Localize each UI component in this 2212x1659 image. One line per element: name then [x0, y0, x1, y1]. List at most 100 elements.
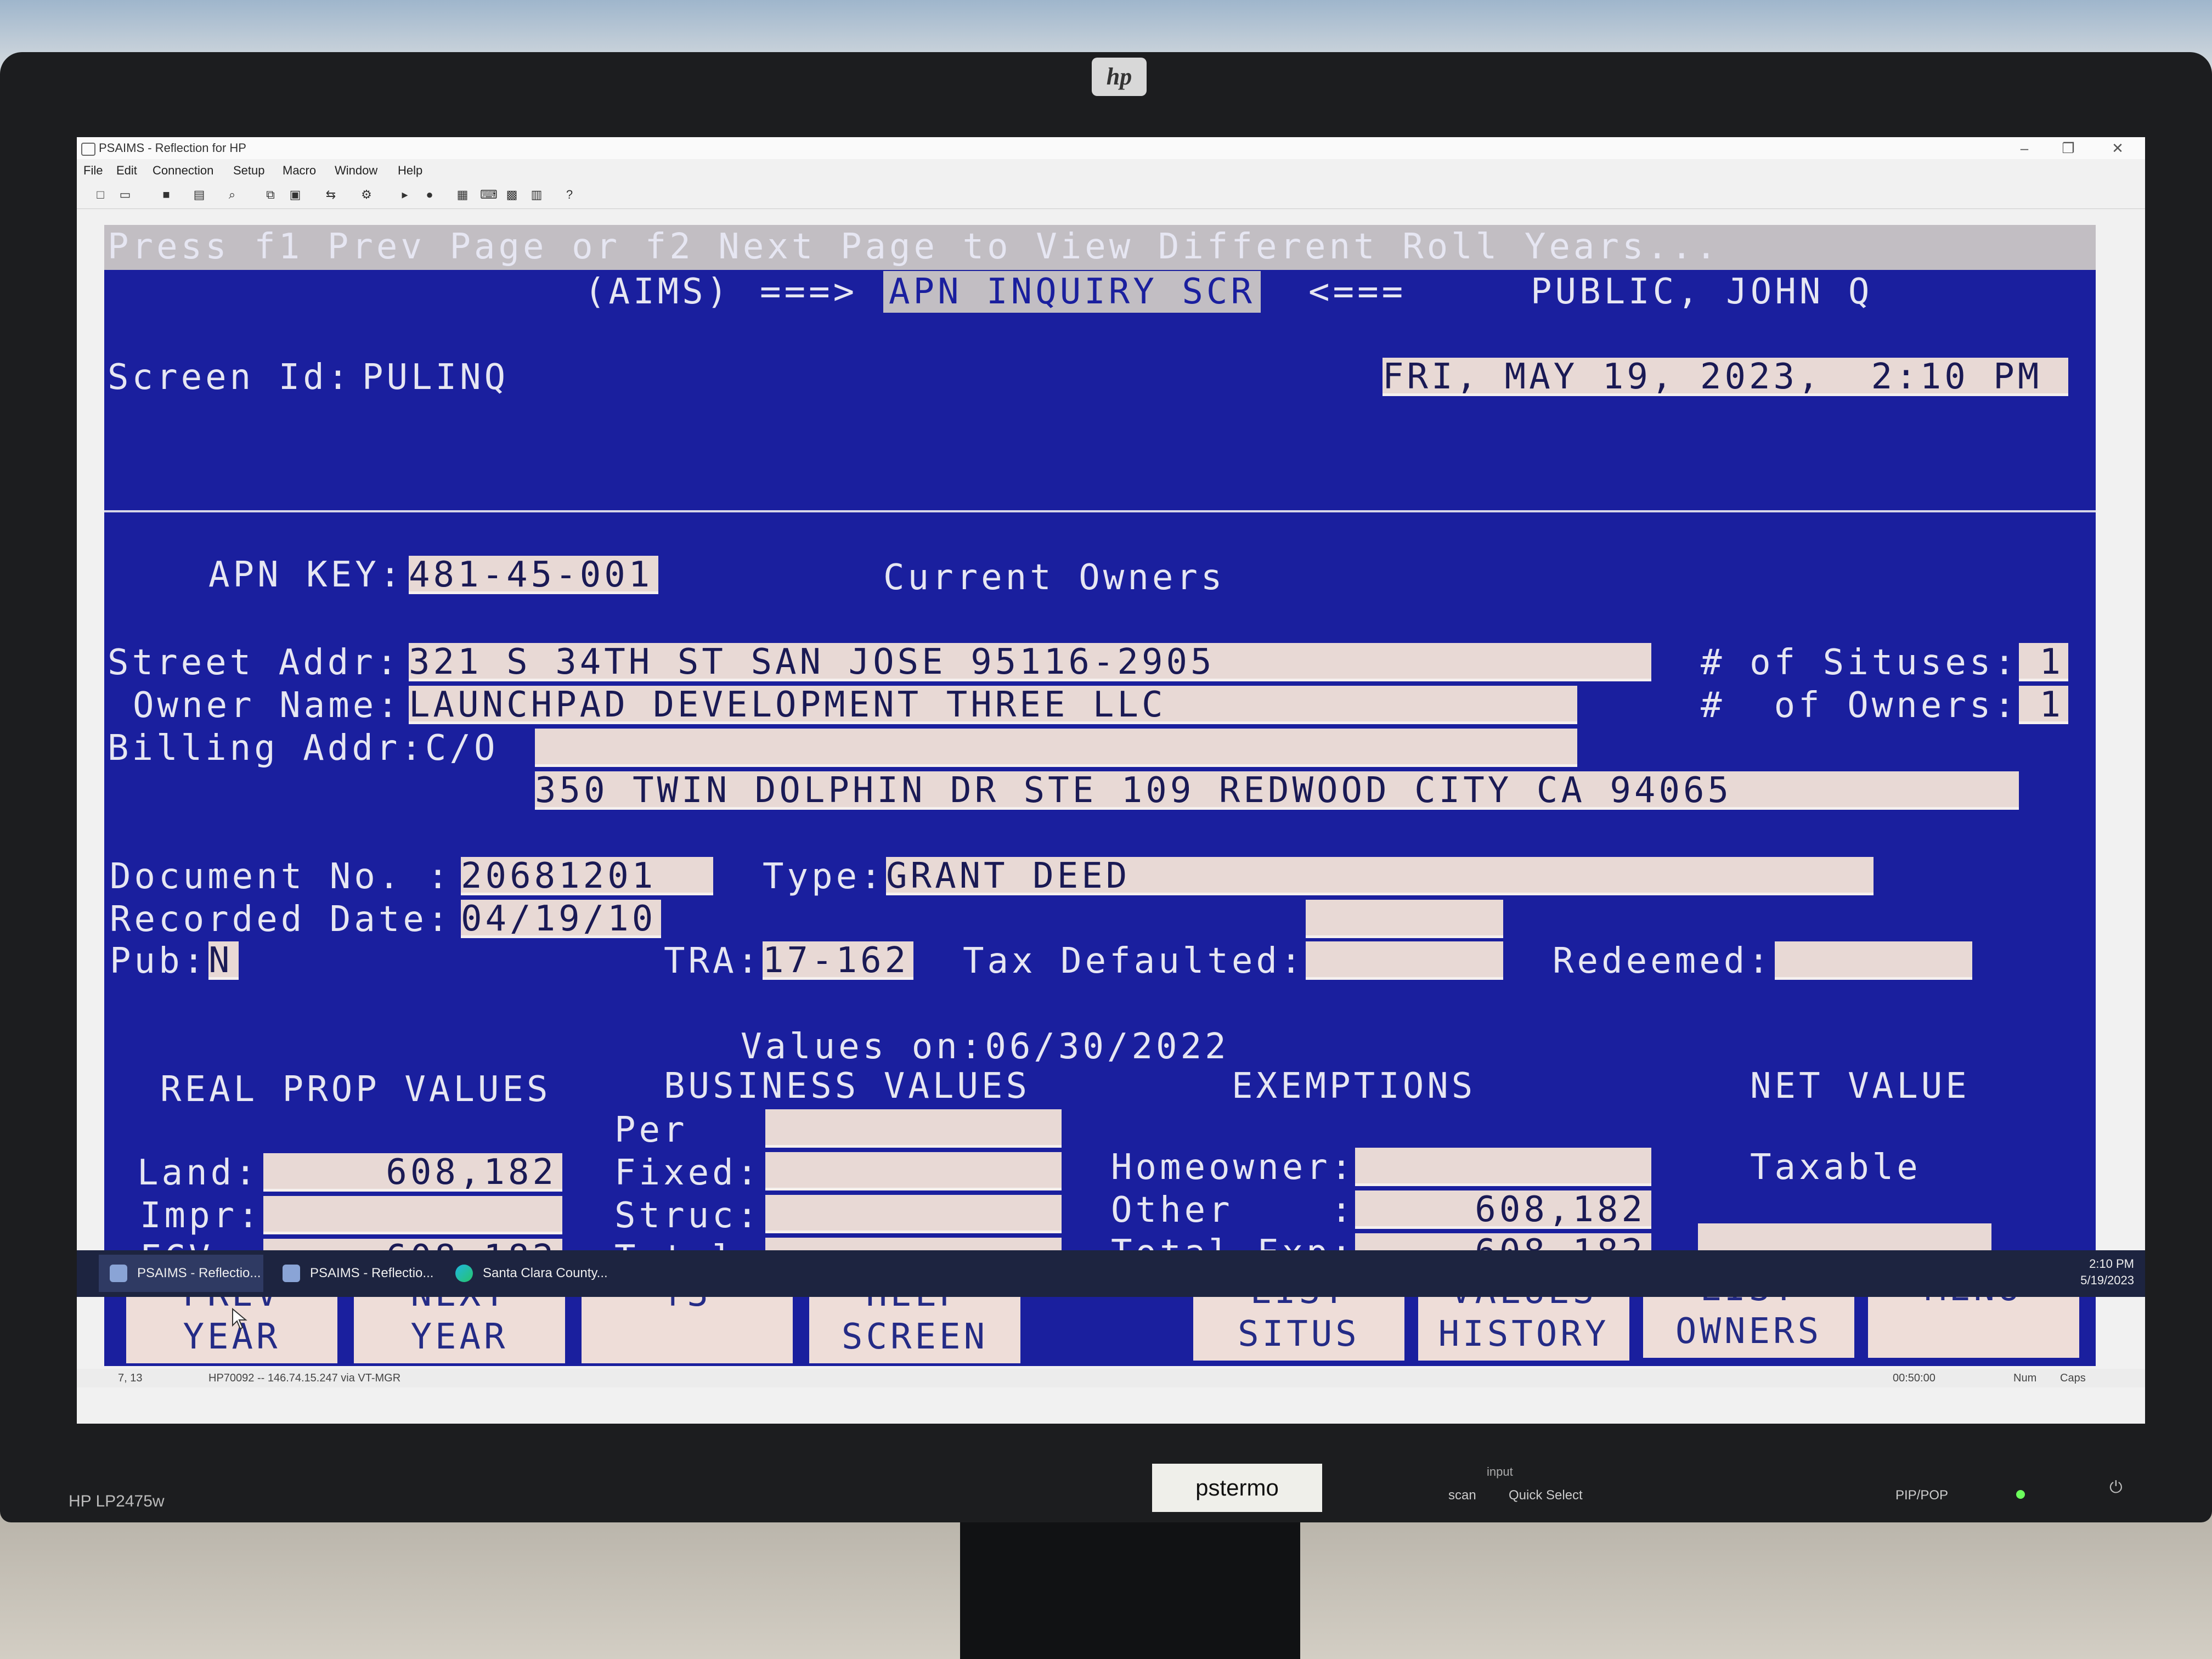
power-icon[interactable]: ⏻ [2109, 1479, 2123, 1497]
cursor-position: 7, 13 [118, 1372, 143, 1384]
menu-edit[interactable]: Edit [116, 163, 137, 178]
street-label: Street Addr: [108, 642, 401, 683]
menu-window[interactable]: Window [335, 163, 377, 178]
pub-field: N [208, 941, 239, 980]
clock-date: 5/19/2023 [2080, 1273, 2134, 1287]
tra-field: 17-162 [763, 941, 913, 980]
owner-field: LAUNCHPAD DEVELOPMENT THREE LLC [409, 686, 1577, 724]
window-title: PSAIMS - Reflection for HP [99, 141, 246, 155]
taskbar-item-label: PSAIMS - Reflectio... [137, 1266, 261, 1280]
tra-label: TRA: [664, 941, 762, 981]
taskbar-item-browser[interactable]: Santa Clara County... [444, 1255, 614, 1292]
monitor-name-label: pstermo [1152, 1464, 1322, 1512]
open-icon[interactable]: ▭ [118, 188, 132, 202]
land-field: 608,182 [263, 1153, 562, 1192]
find-icon[interactable]: ⌕ [225, 188, 239, 202]
taskbar-item-label: PSAIMS - Reflectio... [310, 1266, 434, 1280]
apn-label: APN KEY: [208, 555, 404, 595]
exemptions-heading: EXEMPTIONS [1232, 1066, 1476, 1107]
owner-label: Owner Name: [133, 685, 402, 726]
taskbar-item-psaims-2[interactable]: PSAIMS - Reflectio... [272, 1255, 436, 1292]
impr-field [263, 1196, 562, 1234]
reflection-icon [110, 1265, 127, 1282]
menu-bar: File Edit Connection Setup Macro Window … [77, 160, 2145, 180]
print-icon[interactable]: ▤ [192, 188, 206, 202]
real-prop-heading: REAL PROP VALUES [160, 1069, 551, 1110]
menu-file[interactable]: File [83, 163, 103, 178]
close-icon[interactable]: ✕ [2101, 137, 2134, 159]
situses-label: # of Situses: [1701, 642, 2018, 683]
monitor-button-scan[interactable]: scan [1448, 1488, 1476, 1503]
status-bar: 7, 13 HP70092 -- 146.74.15.247 via VT-MG… [77, 1369, 2145, 1387]
clock-time: 2:10 PM [2089, 1257, 2134, 1271]
apn-input[interactable]: 481-45-001 [409, 556, 658, 594]
street-field: 321 S 34TH ST SAN JOSE 95116-2905 [409, 643, 1651, 681]
land-label: Land: [137, 1153, 259, 1193]
hp-logo: hp [1092, 58, 1147, 96]
redeemed-field [1775, 941, 1972, 980]
message-text: Press f1 Prev Page or f2 Next Page to Vi… [108, 227, 1720, 267]
owners-label: # of Owners: [1701, 685, 2018, 726]
pub-label: Pub: [110, 941, 208, 981]
app-icon [81, 143, 95, 156]
new-file-icon[interactable]: □ [93, 188, 108, 202]
mouse-pointer-icon [232, 1308, 247, 1330]
business-heading: BUSINESS VALUES [664, 1066, 1030, 1107]
homeowner-label: Homeowner: [1111, 1147, 1356, 1188]
homeowner-field [1355, 1148, 1651, 1186]
menu-macro[interactable]: Macro [283, 163, 316, 178]
edge-browser-icon [455, 1265, 473, 1282]
keyboard-icon[interactable]: ⌨ [480, 188, 498, 202]
host-connection: HP70092 -- 146.74.15.247 via VT-MGR [208, 1372, 401, 1384]
monitor-button-quick-select[interactable]: Quick Select [1509, 1488, 1583, 1503]
net-value-heading: NET VALUE [1750, 1066, 1970, 1107]
billing-co-field [535, 729, 1577, 767]
struc-field [765, 1195, 1062, 1233]
taskbar: PSAIMS - Reflectio... PSAIMS - Reflectio… [77, 1250, 2145, 1297]
taskbar-clock[interactable]: 2:10 PM 5/19/2023 [2080, 1256, 2134, 1289]
num-lock-indicator: Num [2013, 1372, 2037, 1384]
restore-icon[interactable]: ❐ [2052, 137, 2085, 159]
menu-connection[interactable]: Connection [153, 163, 213, 178]
per-label: Per : [614, 1110, 786, 1150]
caps-lock-indicator: Caps [2060, 1372, 2086, 1384]
terminal-screen[interactable]: Press f1 Prev Page or f2 Next Page to Vi… [104, 225, 2096, 1366]
settings-icon[interactable]: ⚙ [359, 188, 374, 202]
taskbar-item-psaims-1[interactable]: PSAIMS - Reflectio... [99, 1255, 263, 1292]
type-label: Type: [763, 856, 885, 897]
toolbar: □ ▭ ■ ▤ ⌕ ⧉ ▣ ⇆ ⚙ ▸ ● ▦ ⌨ ▩ ▥ ? [77, 181, 2145, 209]
redeemed-label: Redeemed: [1553, 941, 1773, 981]
help-icon[interactable]: ? [562, 188, 577, 202]
reflection-window: PSAIMS - Reflection for HP – ❐ ✕ File Ed… [77, 137, 2145, 1424]
impr-label: Impr: [140, 1195, 262, 1236]
menu-setup[interactable]: Setup [233, 163, 265, 178]
transfer-icon[interactable]: ⇆ [324, 188, 338, 202]
save-icon[interactable]: ■ [159, 188, 173, 202]
title-bar: PSAIMS - Reflection for HP – ❐ ✕ [77, 137, 2145, 159]
monitor-input-label: input [1487, 1465, 1513, 1479]
copy-icon[interactable]: ⧉ [263, 188, 278, 202]
arrow-right: ===> [760, 272, 858, 312]
user-name: PUBLIC, JOHN Q [1531, 272, 1873, 312]
monitor-button-pip[interactable]: PIP/POP [1895, 1488, 1948, 1503]
fixed-label: Fixed: [614, 1153, 761, 1193]
colors-icon[interactable]: ▥ [529, 188, 544, 202]
datetime-field: FRI, MAY 19, 2023, 2:10 PM [1383, 358, 2068, 396]
play-icon[interactable]: ▸ [398, 188, 412, 202]
type-field: GRANT DEED [886, 857, 1874, 895]
monitor-stand [960, 1522, 1300, 1659]
struc-label: Struc: [614, 1195, 761, 1236]
monitor-model: HP LP2475w [69, 1492, 165, 1510]
screen-id-label: Screen Id: [108, 357, 352, 398]
values-on-label: Values on:06/30/2022 [741, 1026, 1229, 1067]
system-name: (AIMS) [584, 272, 731, 312]
paste-icon[interactable]: ▣ [288, 188, 302, 202]
mouse-icon[interactable]: ▩ [505, 188, 519, 202]
record-icon[interactable]: ● [422, 188, 437, 202]
arrow-left: <=== [1308, 272, 1407, 312]
minimize-icon[interactable]: – [2008, 137, 2041, 159]
power-led [2016, 1490, 2025, 1499]
display-icon[interactable]: ▦ [455, 188, 470, 202]
situses-count: 1 [2019, 643, 2068, 681]
menu-help[interactable]: Help [398, 163, 422, 178]
